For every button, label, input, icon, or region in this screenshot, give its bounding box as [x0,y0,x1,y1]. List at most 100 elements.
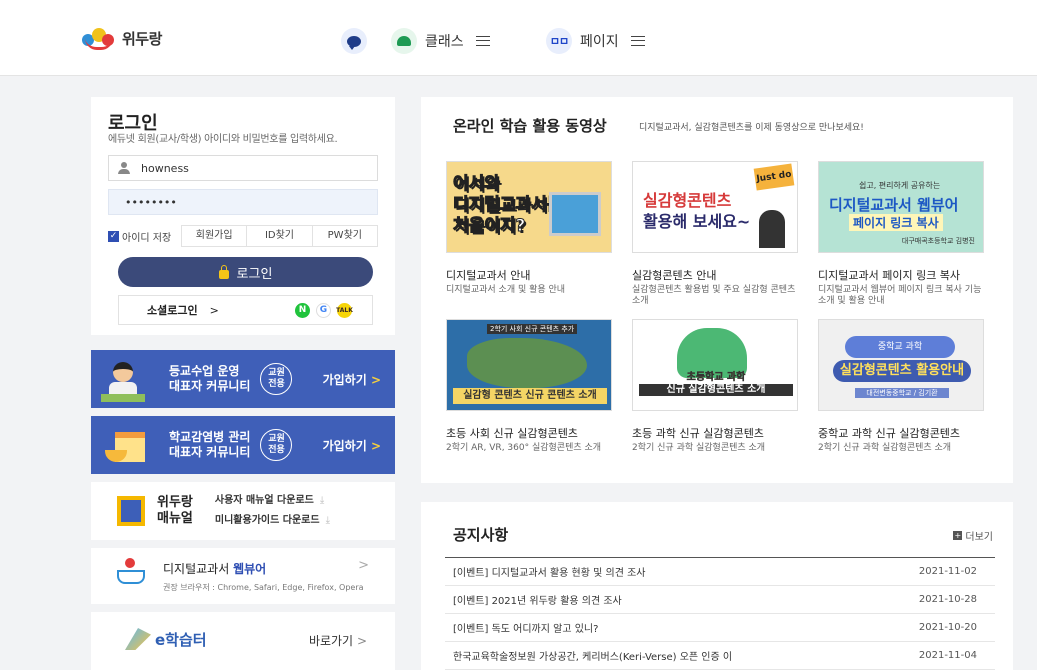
signup-link[interactable]: 회원가입 [181,225,248,247]
find-pw-link[interactable]: PW찾기 [311,225,378,247]
thumbnail-line: 처음이지? [452,216,526,237]
manual-title-line1: 위두랑 [157,495,193,510]
chat-bubble-icon[interactable] [341,28,367,54]
webviewer-box[interactable]: 디지털교과서 웹뷰어 > 권장 브라우저 : Chrome, Safari, E… [91,548,395,604]
video-title[interactable]: 디지털교과서 안내 [446,267,614,283]
webviewer-title[interactable]: 디지털교과서 웹뷰어 [163,560,266,577]
remember-id-label[interactable]: 아이디 저장 [122,229,171,244]
video-section: 온라인 학습 활용 동영상 디지털교과서, 실감형콘텐츠를 이제 동영상으로 만… [421,97,1013,483]
user-manual-download[interactable]: 사용자 매뉴얼 다운로드 ⤓ [215,491,330,511]
checkmark-icon[interactable]: ✓ [108,230,119,242]
kakao-icon[interactable]: TALK [336,302,353,318]
banner-text: 등교수업 운영 대표자 커뮤니티 [169,364,250,394]
user-icon [117,162,131,174]
banner-line2: 대표자 커뮤니티 [169,445,251,459]
video-thumbnail[interactable]: Just do 실감형콘텐츠 활용해 보세요~ [632,161,798,253]
video-section-title: 온라인 학습 활용 동영상 [453,117,607,135]
notice-row[interactable]: 한국교육학술정보원 가상공간, 케리버스(Keri-Verse) 오픈 인증 이… [445,642,995,670]
video-card[interactable]: 2학기 사회 신규 콘텐츠 추가 실감형 콘텐츠 신규 콘텐츠 소개 초등 사회… [446,319,614,454]
download-icon[interactable]: ⤓ [326,515,330,526]
map-icon [467,338,587,388]
join-button[interactable]: 가입하기 > [323,371,381,388]
nav-page-label[interactable]: 페이지 [580,31,619,51]
join-button[interactable]: 가입하기 > [323,437,381,454]
naver-icon[interactable]: N [295,302,310,318]
video-card[interactable]: 초등학교 과학 신규 실감형콘텐츠 소개 초등 과학 신규 실감형콘텐츠 2학기… [632,319,800,454]
video-title[interactable]: 디지털교과서 페이지 링크 복사 [818,267,986,283]
manual-book-icon [117,496,145,526]
nav-chat[interactable] [341,28,367,54]
class-menu-icon[interactable] [475,36,490,46]
ehak-box[interactable]: e학습터 바로가기 > [91,612,395,670]
more-link[interactable]: + 더보기 [953,528,993,543]
join-label[interactable]: 가입하기 [323,373,367,387]
notice-row-title[interactable]: [이벤트] 2021년 위두랑 활용 의견 조사 [453,592,919,607]
notice-row-title[interactable]: [이벤트] 디지털교과서 활용 현황 및 의견 조사 [453,564,919,579]
join-label[interactable]: 가입하기 [323,439,367,453]
ehak-go-label[interactable]: 바로가기 [309,634,353,648]
video-title[interactable]: 초등 과학 신규 실감형콘텐츠 [632,425,800,441]
banner-school-class[interactable]: 등교수업 운영 대표자 커뮤니티 교원 전용 가입하기 > [91,350,395,408]
video-thumbnail[interactable]: 어서와 디지털교과서는 처음이지? [446,161,612,253]
notice-row[interactable]: [이벤트] 디지털교과서 활용 현황 및 의견 조사 2021-11-02 [445,558,995,586]
mini-guide-label[interactable]: 미니활용가이드 다운로드 [215,515,320,526]
thumbnail-text: 어서와 디지털교과서는 처음이지? [452,174,562,237]
ehak-go-link[interactable]: 바로가기 > [309,632,367,649]
video-title[interactable]: 초등 사회 신규 실감형콘텐츠 [446,425,614,441]
notice-row-title[interactable]: 한국교육학술정보원 가상공간, 케리버스(Keri-Verse) 오픈 인증 이 [453,648,919,663]
manual-title: 위두랑 매뉴얼 [157,495,193,527]
user-manual-label[interactable]: 사용자 매뉴얼 다운로드 [215,495,314,506]
login-links: ✓ 아이디 저장 회원가입 ID찾기 PW찾기 [108,225,378,247]
nav-class-label[interactable]: 클래스 [425,31,464,51]
plus-icon[interactable]: + [953,531,963,540]
thumbnail-line: 페이지 링크 복사 [849,214,943,231]
social-icons: N G TALK [295,302,353,318]
more-label[interactable]: 더보기 [965,528,993,543]
chevron-right-icon[interactable]: > [358,558,369,573]
ehak-logo: e학습터 [125,628,207,650]
notice-list: [이벤트] 디지털교과서 활용 현황 및 의견 조사 2021-11-02 [이… [445,557,995,670]
video-thumbnail[interactable]: 초등학교 과학 신규 실감형콘텐츠 소개 [632,319,798,411]
thumbnail-line: 2학기 사회 신규 콘텐츠 추가 [487,324,578,334]
banner-infection-control[interactable]: 학교감염병 관리 대표자 커뮤니티 교원 전용 가입하기 > [91,416,395,474]
logo-mark-icon [82,26,118,50]
username-value[interactable]: howness [141,162,189,175]
manual-box: 위두랑 매뉴얼 사용자 매뉴얼 다운로드 ⤓ 미니활용가이드 다운로드 ⤓ [91,482,395,540]
vr-person-icon [759,210,785,248]
video-title[interactable]: 실감형콘텐츠 안내 [632,267,800,283]
widurang-logo[interactable]: 위두랑 [82,26,162,50]
video-thumbnail[interactable]: 중학교 과학 실감형콘텐츠 활용안내 대전변동중학교 / 김기환 [818,319,984,411]
password-value[interactable]: •••••••• [125,196,177,209]
password-field[interactable]: •••••••• [108,189,378,215]
login-button[interactable]: 로그인 [118,257,373,287]
notice-row[interactable]: [이벤트] 2021년 위두랑 활용 의견 조사 2021-10-28 [445,586,995,614]
video-description: 디지털교과서 소개 및 활용 안내 [446,285,566,295]
video-card[interactable]: 쉽고, 편리하게 공유하는 디지털교과서 웹뷰어 페이지 링크 복사 대구매곡초… [818,161,986,307]
notice-row-date: 2021-11-04 [918,650,977,661]
notice-row-title[interactable]: [이벤트] 독도 어디까지 알고 있니? [453,620,919,635]
video-title[interactable]: 중학교 과학 신규 실감형콘텐츠 [818,425,986,441]
nav-page[interactable]: ㅁㅁ 페이지 [546,28,645,54]
find-id-link[interactable]: ID찾기 [246,225,313,247]
remember-id-checkbox[interactable]: ✓ 아이디 저장 [108,229,182,244]
thumbnail-line: 쉽고, 편리하게 공유하는 [859,181,941,190]
username-field[interactable]: howness [108,155,378,181]
social-login[interactable]: 소셜로그인 > N G TALK [118,295,373,325]
notice-row[interactable]: [이벤트] 독도 어디까지 알고 있니? 2021-10-20 [445,614,995,642]
video-thumbnail[interactable]: 2학기 사회 신규 콘텐츠 추가 실감형 콘텐츠 신규 콘텐츠 소개 [446,319,612,411]
google-icon[interactable]: G [316,302,331,318]
notice-row-date: 2021-11-02 [918,566,977,577]
thumbnail-line: 실감형 콘텐츠 신규 콘텐츠 소개 [453,388,607,404]
download-icon[interactable]: ⤓ [320,495,324,506]
login-button-label[interactable]: 로그인 [237,263,273,282]
video-card[interactable]: 어서와 디지털교과서는 처음이지? 디지털교과서 안내 디지털교과서 소개 및 … [446,161,614,296]
nav-class[interactable]: 클래스 [391,28,490,54]
video-description: 2학기 신규 과학 실감형콘텐츠 소개 [632,443,766,453]
video-card[interactable]: 중학교 과학 실감형콘텐츠 활용안내 대전변동중학교 / 김기환 중학교 과학 … [818,319,986,454]
video-card[interactable]: Just do 실감형콘텐츠 활용해 보세요~ 실감형콘텐츠 안내 실감형콘텐츠… [632,161,800,307]
video-thumbnail[interactable]: 쉽고, 편리하게 공유하는 디지털교과서 웹뷰어 페이지 링크 복사 대구매곡초… [818,161,984,253]
page-menu-icon[interactable] [630,36,645,46]
social-login-label[interactable]: 소셜로그인 [147,302,198,318]
mini-guide-download[interactable]: 미니활용가이드 다운로드 ⤓ [215,511,330,531]
notice-section: 공지사항 + 더보기 [이벤트] 디지털교과서 활용 현황 및 의견 조사 20… [421,502,1013,670]
